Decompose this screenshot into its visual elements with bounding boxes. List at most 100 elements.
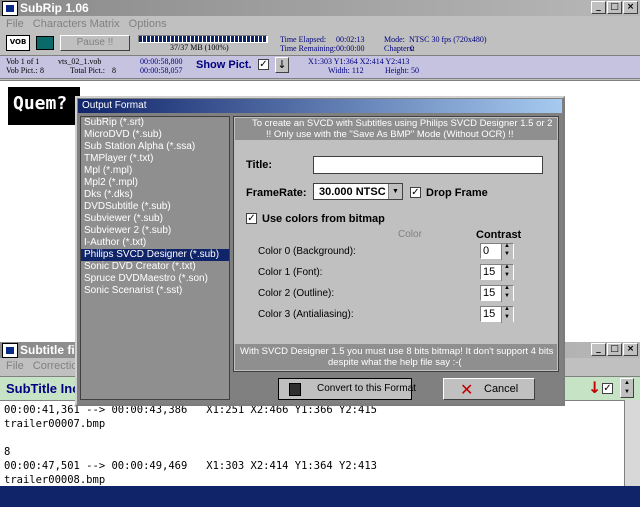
format-list-item[interactable]: I-Author (*.txt) (81, 237, 229, 249)
color2-label: Color 2 (Outline): (258, 288, 335, 299)
spin-arrows-icon[interactable] (501, 285, 513, 302)
time-remaining-label: Time Remaining: (280, 44, 336, 53)
menu-characters-matrix[interactable]: Characters Matrix (33, 18, 120, 30)
minimize-icon[interactable]: _ (591, 1, 606, 14)
use-colors-checkbox[interactable]: ✓ (246, 213, 257, 224)
main-titlebar[interactable]: SubRip 1.06 _ □ × (0, 0, 640, 16)
cancel-button[interactable]: ✕ Cancel (443, 378, 535, 400)
drop-frame-label: Drop Frame (426, 187, 488, 199)
format-list-item[interactable]: Sonic Scenarist (*.sst) (81, 285, 229, 297)
use-colors-label: Use colors from bitmap (262, 213, 385, 225)
chapters-value: 0 (410, 44, 414, 53)
format-list-item[interactable]: SubRip (*.srt) (81, 117, 229, 129)
down-arrow-icon[interactable]: ↓ (275, 57, 289, 73)
spin-arrows-icon[interactable] (501, 306, 513, 323)
progress-fill (139, 36, 267, 42)
menu-options[interactable]: Options (129, 18, 167, 30)
mode-label: Mode: (384, 35, 405, 44)
color0-contrast-value: 0 (483, 245, 490, 257)
app-icon (2, 1, 18, 16)
framerate-label: FrameRate: (246, 187, 307, 199)
footer-line-1: With SVCD Designer 1.5 you must use 8 bi… (240, 346, 554, 357)
vob-file: vts_02_1.vob (58, 57, 102, 66)
color-header: Color (398, 229, 422, 240)
color1-label: Color 1 (Font): (258, 267, 323, 278)
subtitle-spin[interactable]: ▲ ▼ (620, 378, 634, 398)
film-icon[interactable] (36, 36, 54, 50)
width-readout: Width: 112 (328, 66, 364, 75)
subtitle-down-arrow-icon[interactable]: ↓ (588, 378, 601, 397)
format-list-item[interactable]: Dks (*.dks) (81, 189, 229, 201)
maximize-icon[interactable]: □ (607, 1, 622, 14)
format-list-item[interactable]: Philips SVCD Designer (*.sub) (81, 249, 229, 261)
height-readout: Height: 50 (385, 66, 419, 75)
subtitle-status-bar (0, 486, 640, 507)
coords-readout: X1:303 Y1:364 X2:414 Y2:413 (308, 57, 410, 66)
progress-label: 37/37 MB (100%) (170, 43, 229, 52)
main-title: SubRip 1.06 (20, 1, 89, 15)
subtitle-app-icon (2, 343, 18, 358)
show-pict-checkbox[interactable]: ✓ (258, 59, 269, 70)
format-list-item[interactable]: MicroDVD (*.sub) (81, 129, 229, 141)
info-line-2: !! Only use with the "Save As BMP" Mode … (266, 129, 514, 140)
framerate-value: 30.000 NTSC (319, 186, 386, 198)
subtitle-close-icon[interactable]: × (623, 343, 638, 356)
time-a: 00:00:58,800 (140, 57, 183, 66)
format-list-items: SubRip (*.srt) MicroDVD (*.sub) Sub Statio… (81, 117, 229, 297)
subtitle-line-6: trailer00008.bmp (4, 474, 106, 486)
time-elapsed-label: Time Elapsed: (280, 35, 327, 44)
total-pict-value: 8 (112, 66, 116, 75)
subtitle-maximize-icon[interactable]: □ (607, 343, 622, 356)
time-remaining-value: 00:00:00 (336, 44, 365, 53)
footer-line-2: despite what the help file say :-( (328, 357, 462, 368)
subtitle-minimize-icon[interactable]: _ (591, 343, 606, 356)
color3-contrast-value: 15 (483, 308, 496, 320)
color1-contrast[interactable]: 15 (480, 264, 514, 281)
dialog-titlebar[interactable]: Output Format (78, 99, 562, 113)
close-icon[interactable]: × (623, 1, 638, 14)
format-list-item[interactable]: Spruce DVDMaestro (*.son) (81, 273, 229, 285)
main-menubar: File Characters Matrix Options (0, 16, 640, 32)
convert-button[interactable]: Convert to this Format (278, 378, 416, 400)
vob-of: Vob 1 of 1 (6, 57, 40, 66)
subtitle-scrollbar[interactable] (624, 400, 640, 486)
subtitle-line-2: trailer00007.bmp (4, 418, 106, 430)
dialog-title: Output Format (82, 100, 147, 111)
total-pict-label: Total Pict.: (70, 66, 105, 75)
subtitle-checkbox[interactable]: ✓ (602, 383, 613, 394)
color3-contrast[interactable]: 15 (480, 306, 514, 323)
vob-icon[interactable]: VOB (6, 35, 30, 51)
color0-contrast[interactable]: 0 (480, 243, 514, 260)
mode-value: NTSC 30 fps (720x480) (409, 35, 487, 44)
format-list-item[interactable]: Mpl (*.mpl) (81, 165, 229, 177)
info-line-1: To create an SVCD with Subtitles using P… (252, 118, 553, 129)
show-pict-label: Show Pict. (196, 59, 252, 71)
vob-pict-value: 8 (40, 66, 44, 75)
cancel-label: Cancel (484, 383, 519, 395)
drop-frame-checkbox[interactable]: ✓ (410, 187, 421, 198)
color1-contrast-value: 15 (483, 266, 496, 278)
pause-button[interactable]: Pause !! (60, 35, 130, 51)
format-list-item[interactable]: Mpl2 (*.mpl) (81, 177, 229, 189)
format-list-item[interactable]: TMPlayer (*.txt) (81, 153, 229, 165)
framerate-select[interactable]: 30.000 NTSC ▼ (313, 183, 403, 200)
subtitle-heading: SubTitle Inc (6, 381, 80, 396)
format-list-item[interactable]: Subviewer (*.sub) (81, 213, 229, 225)
format-list-item[interactable]: Subviewer 2 (*.sub) (81, 225, 229, 237)
format-list-item[interactable]: Sonic DVD Creator (*.txt) (81, 261, 229, 273)
disk-icon (289, 383, 301, 396)
spin-arrows-icon[interactable] (501, 243, 513, 260)
format-list-item[interactable]: Sub Station Alpha (*.ssa) (81, 141, 229, 153)
subtitle-menu-file[interactable]: File (6, 360, 24, 372)
contrast-header: Contrast (476, 229, 522, 241)
color2-contrast[interactable]: 15 (480, 285, 514, 302)
format-list-item[interactable]: DVDSubtitle (*.sub) (81, 201, 229, 213)
chevron-down-icon[interactable]: ▼ (388, 184, 402, 199)
color2-contrast-value: 15 (483, 287, 496, 299)
subtitle-line-5: 00:00:47,501 --> 00:00:49,469 X1:303 X2:… (4, 460, 377, 472)
spin-arrows-icon[interactable] (501, 264, 513, 281)
menu-file[interactable]: File (6, 18, 24, 30)
color3-label: Color 3 (Antialiasing): (258, 309, 354, 320)
cancel-icon: ✕ (460, 380, 474, 399)
title-input[interactable] (313, 156, 543, 174)
